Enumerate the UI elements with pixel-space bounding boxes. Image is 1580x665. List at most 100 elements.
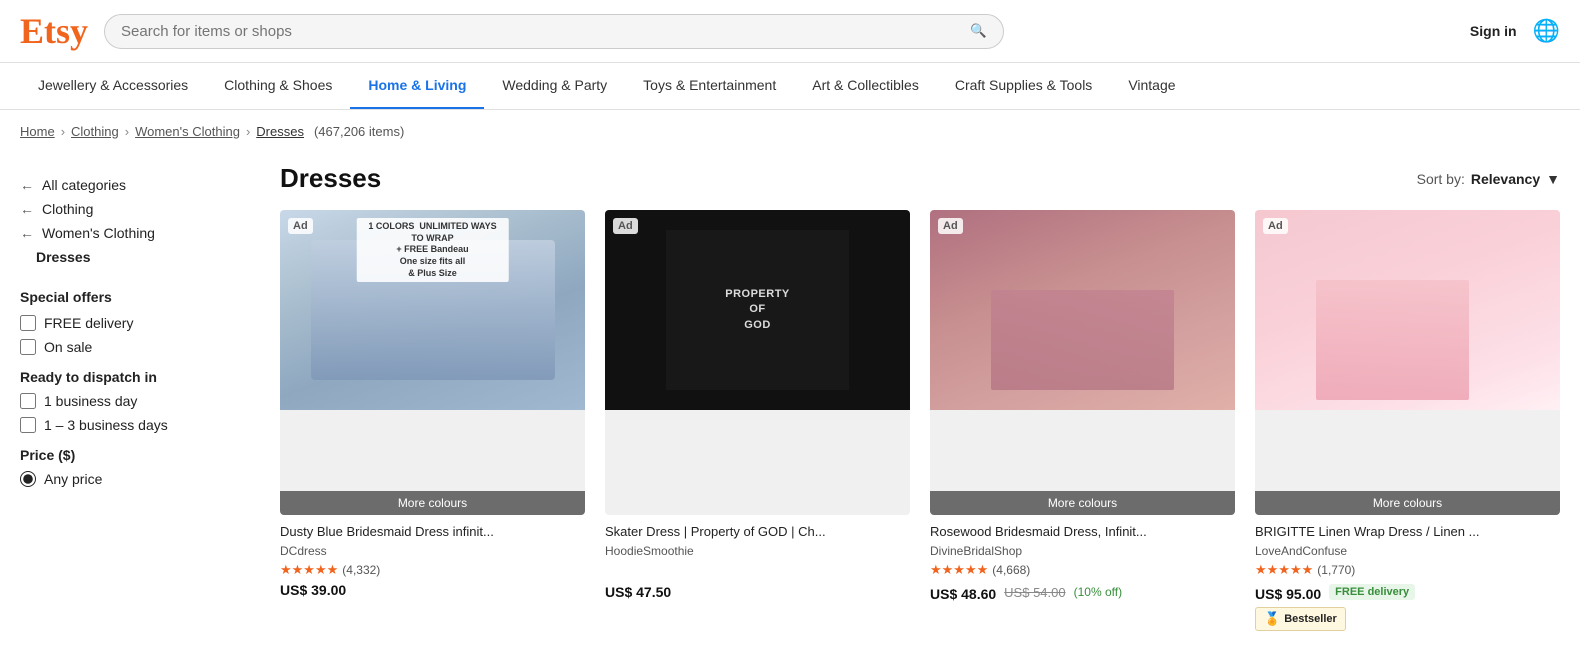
sidebar-all-categories[interactable]: ← All categories: [20, 173, 260, 197]
main-nav: Jewellery & Accessories Clothing & Shoes…: [0, 63, 1580, 110]
price-row-4: US$ 95.00 FREE delivery: [1255, 582, 1560, 602]
product-card-3[interactable]: Ad More colours Rosewood Bridesmaid Dres…: [930, 210, 1235, 635]
product-card-4[interactable]: Ad More colours BRIGITTE Linen Wrap Dres…: [1255, 210, 1560, 635]
breadcrumb-womens-clothing[interactable]: Women's Clothing: [135, 124, 240, 139]
product-card-2[interactable]: PROPERTYOFGOD Ad Skater Dress | Property…: [605, 210, 910, 635]
special-offers-title: Special offers: [20, 289, 260, 305]
product-stars-3: ★★★★★: [930, 562, 988, 578]
product-image-2: PROPERTYOFGOD Ad: [605, 210, 910, 515]
bestseller-label: Bestseller: [1284, 613, 1337, 625]
three-business-days-checkbox[interactable]: [20, 417, 36, 433]
breadcrumb-home[interactable]: Home: [20, 124, 55, 139]
sidebar-item-label: Women's Clothing: [42, 225, 155, 241]
search-icon: 🔍: [970, 23, 987, 38]
arrow-icon: ←: [20, 177, 34, 193]
breadcrumb-dresses[interactable]: Dresses: [256, 124, 304, 139]
arrow-icon: ←: [20, 225, 34, 241]
three-business-days-filter[interactable]: 1 – 3 business days: [20, 417, 260, 433]
product-title-3: Rosewood Bridesmaid Dress, Infinit...: [930, 523, 1235, 541]
promo-badge-1: 1 COLORS UNLIMITED WAYS TO WRAP+ FREE Ba…: [356, 218, 509, 282]
header-actions: Sign in 🌐: [1470, 18, 1560, 44]
one-business-day-filter[interactable]: 1 business day: [20, 393, 260, 409]
main-content: ← All categories ← Clothing ← Women's Cl…: [0, 153, 1580, 665]
any-price-radio[interactable]: [20, 471, 36, 487]
more-colours-3: More colours: [930, 491, 1235, 515]
nav-item-wedding[interactable]: Wedding & Party: [484, 63, 625, 109]
sign-in-link[interactable]: Sign in: [1470, 23, 1517, 39]
free-delivery-badge-4: FREE delivery: [1329, 584, 1415, 600]
free-delivery-label: FREE delivery: [44, 315, 133, 331]
product-price-4: US$ 95.00: [1255, 586, 1321, 602]
on-sale-label: On sale: [44, 339, 92, 355]
original-price-3: US$ 54.00: [1004, 585, 1065, 600]
product-rating-3: (4,668): [992, 563, 1030, 577]
ad-badge-2: Ad: [613, 218, 638, 234]
product-rating-4: (1,770): [1317, 563, 1355, 577]
product-info-4: BRIGITTE Linen Wrap Dress / Linen ... Lo…: [1255, 515, 1560, 635]
etsy-logo[interactable]: Etsy: [20, 10, 88, 52]
product-image-1: Ad 1 COLORS UNLIMITED WAYS TO WRAP+ FREE…: [280, 210, 585, 515]
product-title-4: BRIGITTE Linen Wrap Dress / Linen ...: [1255, 523, 1560, 541]
nav-item-clothing[interactable]: Clothing & Shoes: [206, 63, 350, 109]
more-colours-1: More colours: [280, 491, 585, 515]
breadcrumb-sep-2: ›: [125, 124, 129, 139]
product-content: Dresses Sort by: Relevancy ▼ Ad 1 COLORS…: [280, 153, 1560, 635]
sidebar-dresses[interactable]: Dresses: [20, 245, 260, 269]
one-business-day-label: 1 business day: [44, 393, 137, 409]
product-shop-4: LoveAndConfuse: [1255, 544, 1560, 558]
products-grid: Ad 1 COLORS UNLIMITED WAYS TO WRAP+ FREE…: [280, 210, 1560, 635]
one-business-day-checkbox[interactable]: [20, 393, 36, 409]
page-title: Dresses: [280, 163, 381, 194]
on-sale-filter[interactable]: On sale: [20, 339, 260, 355]
product-rating-1: (4,332): [342, 563, 380, 577]
product-price-1: US$ 39.00: [280, 582, 585, 598]
any-price-filter[interactable]: Any price: [20, 471, 260, 487]
bestseller-badge-4: 🏅 Bestseller: [1255, 607, 1346, 631]
breadcrumb-sep-1: ›: [61, 124, 65, 139]
sidebar: ← All categories ← Clothing ← Women's Cl…: [20, 153, 260, 635]
nav-item-jewellery[interactable]: Jewellery & Accessories: [20, 63, 206, 109]
price-row-3: US$ 48.60 US$ 54.00 (10% off): [930, 582, 1235, 602]
nav-item-home[interactable]: Home & Living: [350, 63, 484, 109]
product-stars-4: ★★★★★: [1255, 562, 1313, 578]
product-title-2: Skater Dress | Property of GOD | Ch...: [605, 523, 910, 541]
any-price-label: Any price: [44, 471, 102, 487]
sort-control[interactable]: Sort by: Relevancy ▼: [1417, 171, 1560, 187]
content-header: Dresses Sort by: Relevancy ▼: [280, 153, 1560, 194]
sidebar-clothing[interactable]: ← Clothing: [20, 197, 260, 221]
product-image-3: Ad More colours: [930, 210, 1235, 515]
product-shop-3: DivineBridalShop: [930, 544, 1235, 558]
sort-value: Relevancy: [1471, 171, 1540, 187]
product-info-2: Skater Dress | Property of GOD | Ch... H…: [605, 515, 910, 604]
breadcrumb: Home › Clothing › Women's Clothing › Dre…: [0, 110, 1580, 153]
arrow-icon: ←: [20, 201, 34, 217]
free-delivery-checkbox[interactable]: [20, 315, 36, 331]
nav-item-craft[interactable]: Craft Supplies & Tools: [937, 63, 1110, 109]
search-button[interactable]: 🔍: [970, 23, 987, 39]
globe-icon[interactable]: 🌐: [1533, 18, 1560, 44]
product-image-4: Ad More colours: [1255, 210, 1560, 515]
search-input[interactable]: [121, 23, 962, 40]
product-info-3: Rosewood Bridesmaid Dress, Infinit... Di…: [930, 515, 1235, 606]
breadcrumb-sep-3: ›: [246, 124, 250, 139]
sidebar-womens-clothing[interactable]: ← Women's Clothing: [20, 221, 260, 245]
medal-icon: 🏅: [1264, 611, 1280, 627]
sort-label: Sort by:: [1417, 171, 1465, 187]
free-delivery-filter[interactable]: FREE delivery: [20, 315, 260, 331]
search-bar: 🔍: [104, 14, 1004, 49]
ad-badge-1: Ad: [288, 218, 313, 234]
sidebar-item-label: All categories: [42, 177, 126, 193]
product-title-1: Dusty Blue Bridesmaid Dress infinit...: [280, 523, 585, 541]
sidebar-item-label: Dresses: [36, 249, 91, 265]
breadcrumb-clothing[interactable]: Clothing: [71, 124, 119, 139]
price-title: Price ($): [20, 447, 260, 463]
ad-badge-4: Ad: [1263, 218, 1288, 234]
product-shop-2: HoodieSmoothie: [605, 544, 910, 558]
breadcrumb-count: (467,206 items): [314, 124, 404, 139]
nav-item-vintage[interactable]: Vintage: [1110, 63, 1193, 109]
nav-item-art[interactable]: Art & Collectibles: [794, 63, 937, 109]
product-card-1[interactable]: Ad 1 COLORS UNLIMITED WAYS TO WRAP+ FREE…: [280, 210, 585, 635]
on-sale-checkbox[interactable]: [20, 339, 36, 355]
nav-item-toys[interactable]: Toys & Entertainment: [625, 63, 794, 109]
product-price-3: US$ 48.60: [930, 586, 996, 602]
